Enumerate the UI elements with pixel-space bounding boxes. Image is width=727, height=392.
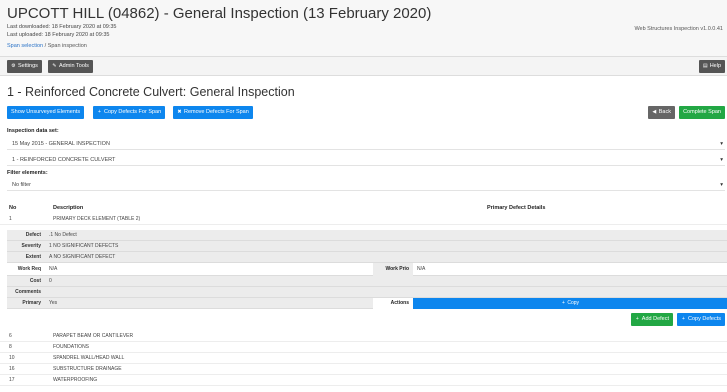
back-button-label: Back: [658, 109, 671, 115]
show-unsurveyed-button[interactable]: Show Unsurveyed Elements: [7, 106, 85, 119]
chevron-down-icon: ▾: [720, 157, 723, 163]
comments-label: Comments: [15, 289, 41, 295]
cost-label: Cost: [29, 278, 41, 284]
help-button[interactable]: ▤ Help: [698, 60, 725, 73]
work-req-row: Work Req N/A Work Prio N/A: [7, 263, 727, 276]
table-row[interactable]: 8 FOUNDATIONS: [0, 342, 727, 353]
inspection-data-set-value: 15 May 2015 - GENERAL INSPECTION: [12, 141, 110, 147]
comments-row: Comments: [7, 287, 727, 298]
column-header-no: No: [9, 205, 17, 211]
copy-defects-for-span-label: Copy Defects For Span: [104, 109, 162, 115]
row-number: 6: [9, 333, 12, 339]
filter-elements-label: Filter elements:: [7, 170, 48, 176]
severity-label: Severity: [21, 243, 41, 249]
row-number: 16: [9, 366, 15, 372]
table-row[interactable]: 6 PARAPET BEAM OR CANTILEVER: [0, 331, 727, 342]
extent-value[interactable]: A NO SIGNIFICANT DEFECT: [49, 252, 115, 263]
add-defect-button[interactable]: + Add Defect: [630, 313, 673, 326]
inspection-data-set-label: Inspection data set:: [7, 128, 59, 134]
row-description: SUBSTRUCTURE DRAINAGE: [53, 366, 122, 372]
row-description: WATERPROOFING: [53, 377, 98, 383]
defect-label: Defect: [25, 232, 41, 238]
extent-row: Extent A NO SIGNIFICANT DEFECT: [7, 252, 727, 263]
table-row[interactable]: 17 WATERPROOFING: [0, 375, 727, 386]
filter-elements-select[interactable]: No filter ▾: [7, 179, 725, 191]
admin-tools-button-label: Admin Tools: [59, 63, 89, 69]
table-row[interactable]: 10 SPANDREL WALL/HEAD WALL: [0, 353, 727, 364]
plus-icon: +: [561, 300, 565, 306]
column-header-primary-defect: Primary Defect Details: [487, 205, 546, 211]
settings-button-label: Settings: [18, 63, 38, 69]
toolbar: ⚙ Settings ✎ Admin Tools ▤ Help: [0, 57, 727, 76]
inspection-data-set-select[interactable]: 15 May 2015 - GENERAL INSPECTION ▾: [7, 138, 725, 150]
page-header: UPCOTT HILL (04862) - General Inspection…: [0, 0, 727, 57]
cost-row: Cost 0: [7, 276, 727, 287]
copy-defect-button[interactable]: + Copy: [413, 298, 727, 309]
column-header-description: Description: [53, 205, 84, 211]
arrow-left-icon: ◀: [652, 109, 657, 115]
book-icon: ▤: [702, 63, 708, 69]
copy-defects-label: Copy Defects: [687, 316, 721, 322]
admin-tools-button[interactable]: ✎ Admin Tools: [48, 60, 93, 73]
chevron-down-icon: ▾: [720, 182, 723, 188]
last-downloaded: Last downloaded: 18 February 2020 at 09:…: [7, 24, 117, 30]
chevron-down-icon: ▾: [720, 141, 723, 147]
row-description: PARAPET BEAM OR CANTILEVER: [53, 333, 134, 339]
copy-defects-button[interactable]: + Copy Defects: [676, 313, 725, 326]
row-number: 1: [9, 216, 12, 222]
plus-icon: +: [682, 316, 685, 322]
primary-value[interactable]: Yes: [49, 298, 57, 309]
back-button[interactable]: ◀ Back: [647, 106, 675, 119]
copy-defect-label: Copy: [567, 300, 580, 306]
work-req-value[interactable]: N/A: [49, 263, 57, 276]
help-button-label: Help: [709, 63, 721, 69]
severity-row: Severity 1 NO SIGNIFICANT DEFECTS: [7, 241, 727, 252]
defect-value[interactable]: .1 No Defect: [49, 230, 77, 241]
primary-label: Primary: [22, 300, 41, 306]
severity-value[interactable]: 1 NO SIGNIFICANT DEFECTS: [49, 241, 118, 252]
row-description: SPANDREL WALL/HEAD WALL: [53, 355, 125, 361]
row-description: FOUNDATIONS: [53, 344, 90, 350]
last-uploaded: Last uploaded: 18 February 2020 at 09:35: [7, 32, 110, 38]
remove-defects-for-span-label: Remove Defects For Span: [184, 109, 249, 115]
extent-label: Extent: [25, 254, 41, 260]
table-row[interactable]: 16 SUBSTRUCTURE DRAINAGE: [0, 364, 727, 375]
page-title: 1 - Reinforced Concrete Culvert: General…: [7, 85, 295, 99]
actions-label: Actions: [373, 298, 413, 309]
plus-icon: +: [635, 316, 639, 322]
app-version: Web Structures Inspection v1.0.0.41: [634, 26, 723, 32]
primary-row: Primary Yes Actions + Copy: [7, 298, 727, 309]
settings-button[interactable]: ⚙ Settings: [7, 60, 42, 73]
work-req-label: Work Req: [17, 266, 41, 272]
breadcrumb-span-selection[interactable]: Span selection: [7, 43, 43, 49]
add-defect-label: Add Defect: [641, 316, 669, 322]
wrench-icon: ✎: [52, 63, 57, 69]
copy-defects-for-span-button[interactable]: + Copy Defects For Span: [93, 106, 166, 119]
breadcrumb-current: Span inspection: [47, 43, 87, 49]
table-row[interactable]: 1 PRIMARY DECK ELEMENT (TABLE 2): [0, 214, 727, 225]
defect-detail-panel: Defect .1 No Defect Severity 1 NO SIGNIFIC…: [7, 230, 727, 309]
row-number: 17: [9, 377, 15, 383]
row-description: PRIMARY DECK ELEMENT (TABLE 2): [53, 216, 141, 222]
filter-elements-value: No filter: [12, 182, 31, 188]
row-number: 10: [9, 355, 15, 361]
defect-row: Defect .1 No Defect: [7, 230, 727, 241]
cost-value[interactable]: 0: [49, 276, 52, 287]
remove-defects-for-span-button[interactable]: ✖ Remove Defects For Span: [173, 106, 253, 119]
span-select[interactable]: 1 - REINFORCED CONCRETE CULVERT ▾: [7, 154, 725, 166]
work-prio-value[interactable]: N/A: [417, 263, 425, 276]
breadcrumb: Span selection / Span inspection: [7, 43, 87, 49]
span-select-value: 1 - REINFORCED CONCRETE CULVERT: [12, 157, 116, 163]
work-prio-label: Work Prio: [373, 263, 413, 276]
plus-icon: +: [98, 109, 101, 115]
row-number: 8: [9, 344, 12, 350]
inspection-title: UPCOTT HILL (04862) - General Inspection…: [7, 5, 432, 22]
remove-icon: ✖: [177, 109, 182, 115]
gear-icon: ⚙: [11, 63, 16, 69]
complete-span-button[interactable]: Complete Span: [679, 106, 725, 119]
